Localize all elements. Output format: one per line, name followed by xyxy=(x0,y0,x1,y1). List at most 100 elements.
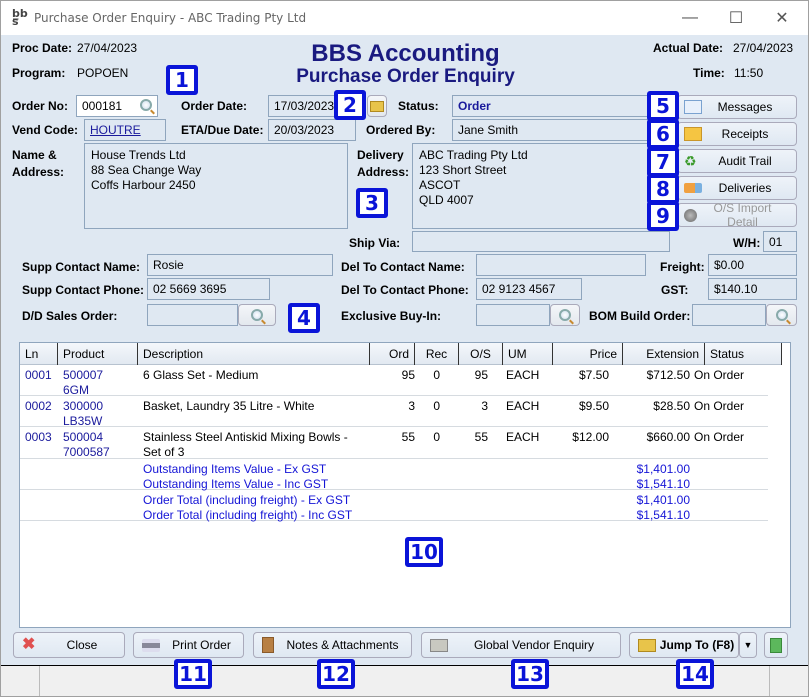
cabinet-icon xyxy=(430,638,448,652)
deliveries-button[interactable]: Deliveries xyxy=(677,176,797,200)
ordered-by-label: Ordered By: xyxy=(366,123,436,137)
maximize-button[interactable]: ☐ xyxy=(713,1,759,35)
order-no-label: Order No: xyxy=(12,99,69,113)
printer-icon xyxy=(142,638,160,652)
supp-contact-name-field: Rosie xyxy=(147,254,333,276)
screen-title: Purchase Order Enquiry xyxy=(296,66,515,87)
freight-label: Freight: xyxy=(660,260,705,274)
exclusive-buyin-field xyxy=(476,304,550,326)
exclusive-buyin-lookup-button[interactable] xyxy=(550,304,580,326)
column-header-rec[interactable]: Rec xyxy=(415,343,459,365)
total-label: Outstanding Items Value - Ex GST xyxy=(143,462,327,476)
column-header-price[interactable]: Price xyxy=(553,343,623,365)
totals-row: Outstanding Items Value - Ex GST $1,401.… xyxy=(20,459,768,491)
del-contact-name-label: Del To Contact Name: xyxy=(341,260,465,274)
name-address-label-2: Address: xyxy=(12,165,65,179)
envelope-icon xyxy=(684,100,702,114)
dd-sales-order-lookup-button[interactable] xyxy=(238,304,276,326)
clipboard-icon xyxy=(262,637,274,653)
magnifier-icon xyxy=(559,309,571,321)
recycle-icon: ♻ xyxy=(684,153,697,169)
folders-icon xyxy=(638,638,656,652)
callout-2: 2 xyxy=(334,90,366,120)
close-button[interactable]: ✖ Close xyxy=(13,632,125,658)
ordered-by-field: Jane Smith xyxy=(452,119,670,141)
wh-label: W/H: xyxy=(733,236,761,250)
global-vendor-enquiry-button[interactable]: Global Vendor Enquiry xyxy=(421,632,621,658)
status-label: Status: xyxy=(398,99,439,113)
callout-8: 8 xyxy=(647,174,679,204)
column-header-product[interactable]: Product xyxy=(58,343,138,365)
column-header-ln[interactable]: Ln xyxy=(20,343,58,365)
receipts-button[interactable]: Receipts xyxy=(677,122,797,146)
audit-trail-button[interactable]: ♻ Audit Trail xyxy=(677,149,797,173)
total-label: Order Total (including freight) - Ex GST xyxy=(143,493,351,507)
magnifier-icon xyxy=(775,309,788,321)
delivery-address-label-2: Address: xyxy=(357,165,410,179)
export-excel-button[interactable] xyxy=(764,632,788,658)
column-header-ord[interactable]: Ord xyxy=(370,343,415,365)
total-value: $1,401.00 xyxy=(636,462,690,476)
jump-to-dropdown-button[interactable]: ▼ xyxy=(739,632,757,658)
table-row[interactable]: 0003 500004 7000587 Stainless Steel Anti… xyxy=(20,427,768,459)
globe-icon xyxy=(684,208,697,222)
os-import-detail-button[interactable]: O/S Import Detail xyxy=(677,201,797,229)
gst-field: $140.10 xyxy=(708,278,797,300)
column-header-extension[interactable]: Extension xyxy=(623,343,705,365)
wh-field: 01 xyxy=(763,231,797,252)
name-address-label: Name & xyxy=(12,148,57,162)
magnifier-icon xyxy=(251,309,263,321)
actual-date-label: Actual Date: xyxy=(653,41,724,55)
close-window-button[interactable]: ✕ xyxy=(759,1,805,35)
callout-10: 10 xyxy=(405,537,443,567)
total-value: $1,401.00 xyxy=(636,493,690,507)
total-value: $1,541.10 xyxy=(636,508,690,522)
ship-via-field xyxy=(412,231,670,252)
column-header-um[interactable]: UM xyxy=(503,343,553,365)
vend-code-link[interactable]: HOUTRE xyxy=(84,119,166,141)
gst-label: GST: xyxy=(661,283,689,297)
title-bar: b̲b s Purchase Order Enquiry - ABC Tradin… xyxy=(1,1,808,35)
excel-icon xyxy=(770,637,782,653)
print-order-button[interactable]: Print Order xyxy=(133,632,244,658)
order-date-label: Order Date: xyxy=(181,99,248,113)
column-header-os[interactable]: O/S xyxy=(459,343,503,365)
notes-attachments-button[interactable]: Notes & Attachments xyxy=(253,632,412,658)
order-search-icon[interactable] xyxy=(140,99,152,111)
eta-label: ETA/Due Date: xyxy=(181,123,264,137)
column-header-status[interactable]: Status xyxy=(705,343,782,365)
table-row[interactable]: 0002 300000 LB35W Basket, Laundry 35 Lit… xyxy=(20,396,768,428)
bbs-logo-icon: b̲b s xyxy=(12,7,28,28)
name-address-field: House Trends Ltd 88 Sea Change Way Coffs… xyxy=(84,143,348,229)
delivery-address-field: ABC Trading Pty Ltd 123 Short Street ASC… xyxy=(412,143,670,229)
messages-button[interactable]: Messages xyxy=(677,95,797,119)
minimize-button[interactable]: — xyxy=(667,1,713,35)
supp-contact-phone-field: 02 5669 3695 xyxy=(147,278,270,300)
dd-sales-order-label: D/D Sales Order: xyxy=(22,309,118,323)
del-contact-phone-label: Del To Contact Phone: xyxy=(341,283,469,297)
freight-field: $0.00 xyxy=(708,254,797,276)
exclusive-buyin-label: Exclusive Buy-In: xyxy=(341,309,442,323)
del-contact-name-field xyxy=(476,254,646,276)
time-value: 11:50 xyxy=(734,66,764,80)
time-label: Time: xyxy=(693,66,725,80)
del-contact-phone-field: 02 9123 4567 xyxy=(476,278,582,300)
jump-to-button[interactable]: Jump To (F8) xyxy=(629,632,739,658)
table-row[interactable]: 0001 500007 6GM 6 Glass Set - Medium 95 … xyxy=(20,365,768,397)
callout-13: 13 xyxy=(511,659,549,689)
dd-sales-order-field xyxy=(147,304,238,326)
order-lines-grid: Ln Product Description Ord Rec O/S UM Pr… xyxy=(19,342,791,628)
callout-3: 3 xyxy=(356,188,388,218)
callout-4: 4 xyxy=(288,303,320,333)
bom-build-lookup-button[interactable] xyxy=(766,304,797,326)
vend-code-label: Vend Code: xyxy=(12,123,79,137)
status-field: Order xyxy=(452,95,670,117)
callout-9: 9 xyxy=(647,201,679,231)
add-folder-button[interactable] xyxy=(367,95,387,117)
ship-via-label: Ship Via: xyxy=(349,236,401,250)
callout-1: 1 xyxy=(166,65,198,95)
truck-icon xyxy=(684,183,702,193)
callout-14: 14 xyxy=(676,659,714,689)
grid-header: Ln Product Description Ord Rec O/S UM Pr… xyxy=(20,343,782,365)
column-header-description[interactable]: Description xyxy=(138,343,370,365)
